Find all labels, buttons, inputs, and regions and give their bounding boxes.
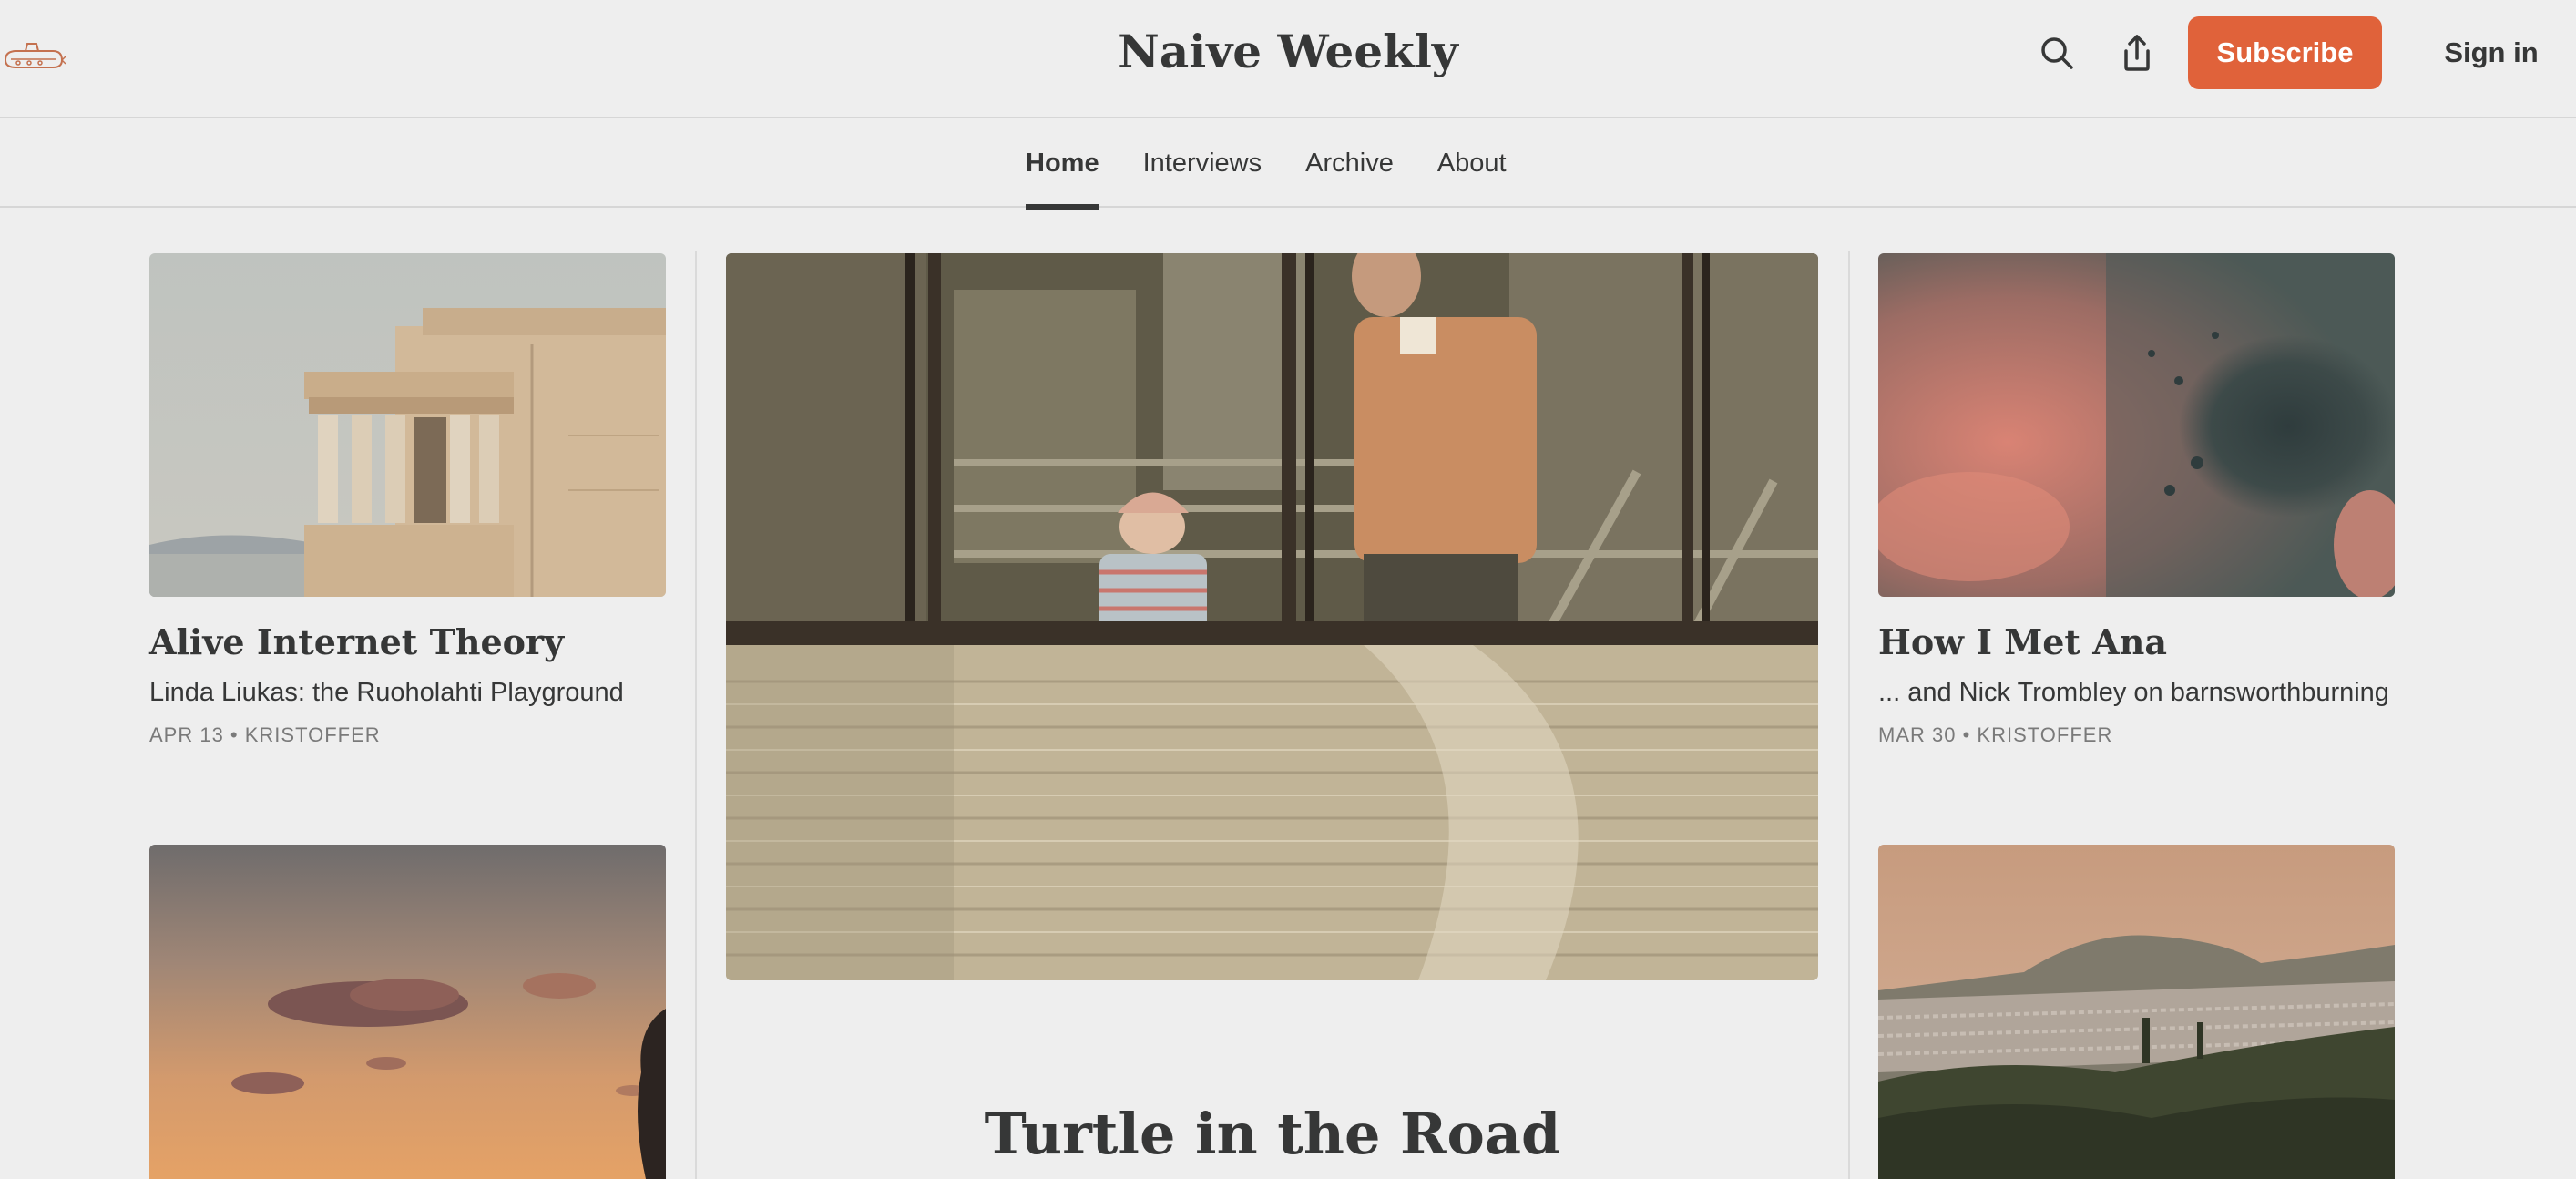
post-subtitle[interactable]: ... and Nick Trombley on barnsworthburni…	[1878, 674, 2389, 711]
share-icon[interactable]	[2117, 33, 2157, 73]
post-image-hillside[interactable]	[1878, 845, 2395, 1179]
post-image-abstract[interactable]	[1878, 253, 2395, 597]
post-subtitle[interactable]: Linda Liukas: the Ruoholahti Playground	[149, 674, 624, 711]
post-title[interactable]: Alive Internet Theory	[149, 620, 564, 665]
section-nav: Home Interviews Archive About	[0, 118, 2576, 210]
featured-post-title[interactable]: Turtle in the Road	[726, 1093, 1819, 1175]
post-meta: MAR 30 • KRISTOFFER	[1878, 723, 2113, 746]
tab-about[interactable]: About	[1437, 118, 1507, 208]
submarine-logo-icon[interactable]	[2, 40, 66, 73]
post-image-acropolis[interactable]	[149, 253, 666, 597]
post-title[interactable]: How I Met Ana	[1878, 620, 2167, 665]
column-divider	[695, 251, 697, 1179]
top-header: Naive Weekly Subscribe Sign in	[0, 0, 2576, 118]
search-icon[interactable]	[2037, 33, 2077, 73]
sign-in-button[interactable]: Sign in	[2414, 16, 2569, 89]
tab-interviews[interactable]: Interviews	[1143, 118, 1262, 208]
featured-post-image[interactable]	[726, 253, 1818, 980]
tab-home[interactable]: Home	[1026, 118, 1099, 210]
post-meta: APR 13 • KRISTOFFER	[149, 723, 381, 746]
column-divider	[1848, 251, 1850, 1179]
nav-tabs: Home Interviews Archive About	[1026, 118, 1507, 210]
post-image-sunset[interactable]	[149, 845, 666, 1179]
subscribe-button[interactable]: Subscribe	[2188, 16, 2382, 89]
tab-archive[interactable]: Archive	[1305, 118, 1394, 208]
